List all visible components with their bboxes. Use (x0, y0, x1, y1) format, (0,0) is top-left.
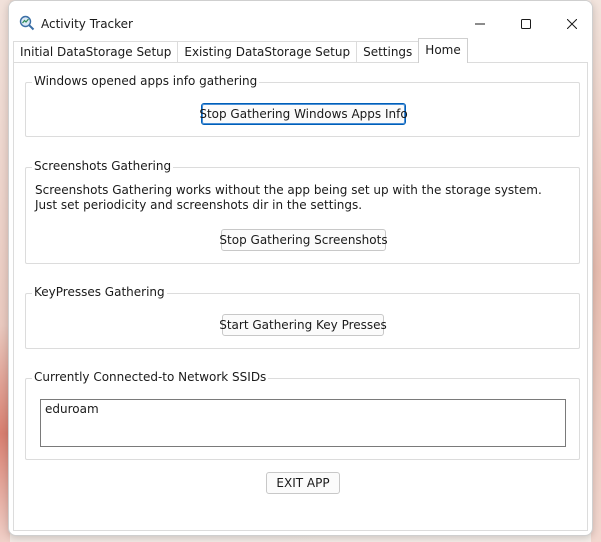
apps-info-group-label: Windows opened apps info gathering (32, 74, 260, 88)
screenshots-description-line2: Just set periodicity and screenshots dir… (35, 198, 363, 212)
ssids-listbox[interactable]: eduroam (40, 399, 566, 447)
keypresses-group: KeyPresses Gathering Start Gathering Key… (25, 285, 580, 349)
magnifier-chart-icon (19, 15, 35, 31)
tab-settings[interactable]: Settings (356, 41, 420, 63)
maximize-icon (521, 19, 531, 29)
minimize-button[interactable] (457, 9, 503, 39)
ssid-list-item[interactable]: eduroam (45, 402, 561, 416)
keypresses-group-label: KeyPresses Gathering (32, 285, 167, 299)
screenshots-group: Screenshots Gathering Screenshots Gather… (25, 159, 580, 264)
close-button[interactable] (549, 9, 592, 39)
window-title: Activity Tracker (41, 17, 133, 31)
exit-app-button[interactable]: EXIT APP (266, 472, 340, 494)
tab-initial-datastorage-setup[interactable]: Initial DataStorage Setup (13, 41, 179, 63)
home-tab-panel: Windows opened apps info gathering Stop … (13, 62, 588, 531)
close-icon (567, 19, 577, 29)
app-window: Activity Tracker Initial DataStorage Set… (8, 0, 593, 536)
title-bar[interactable]: Activity Tracker (9, 1, 592, 41)
tab-home[interactable]: Home (418, 38, 468, 63)
screenshots-description-line1: Screenshots Gathering works without the … (35, 183, 542, 197)
ssids-group: Currently Connected-to Network SSIDs edu… (25, 370, 580, 460)
maximize-button[interactable] (503, 9, 549, 39)
stop-gathering-apps-info-button[interactable]: Stop Gathering Windows Apps Info (199, 103, 408, 125)
tab-existing-datastorage-setup[interactable]: Existing DataStorage Setup (177, 41, 358, 63)
tab-strip: Initial DataStorage Setup Existing DataS… (13, 38, 468, 63)
stop-gathering-screenshots-button[interactable]: Stop Gathering Screenshots (219, 229, 388, 251)
screenshots-group-label: Screenshots Gathering (32, 159, 174, 173)
minimize-icon (475, 23, 485, 25)
start-gathering-key-presses-button[interactable]: Start Gathering Key Presses (219, 314, 387, 336)
apps-info-group: Windows opened apps info gathering Stop … (25, 74, 580, 137)
ssids-group-label: Currently Connected-to Network SSIDs (32, 370, 269, 384)
